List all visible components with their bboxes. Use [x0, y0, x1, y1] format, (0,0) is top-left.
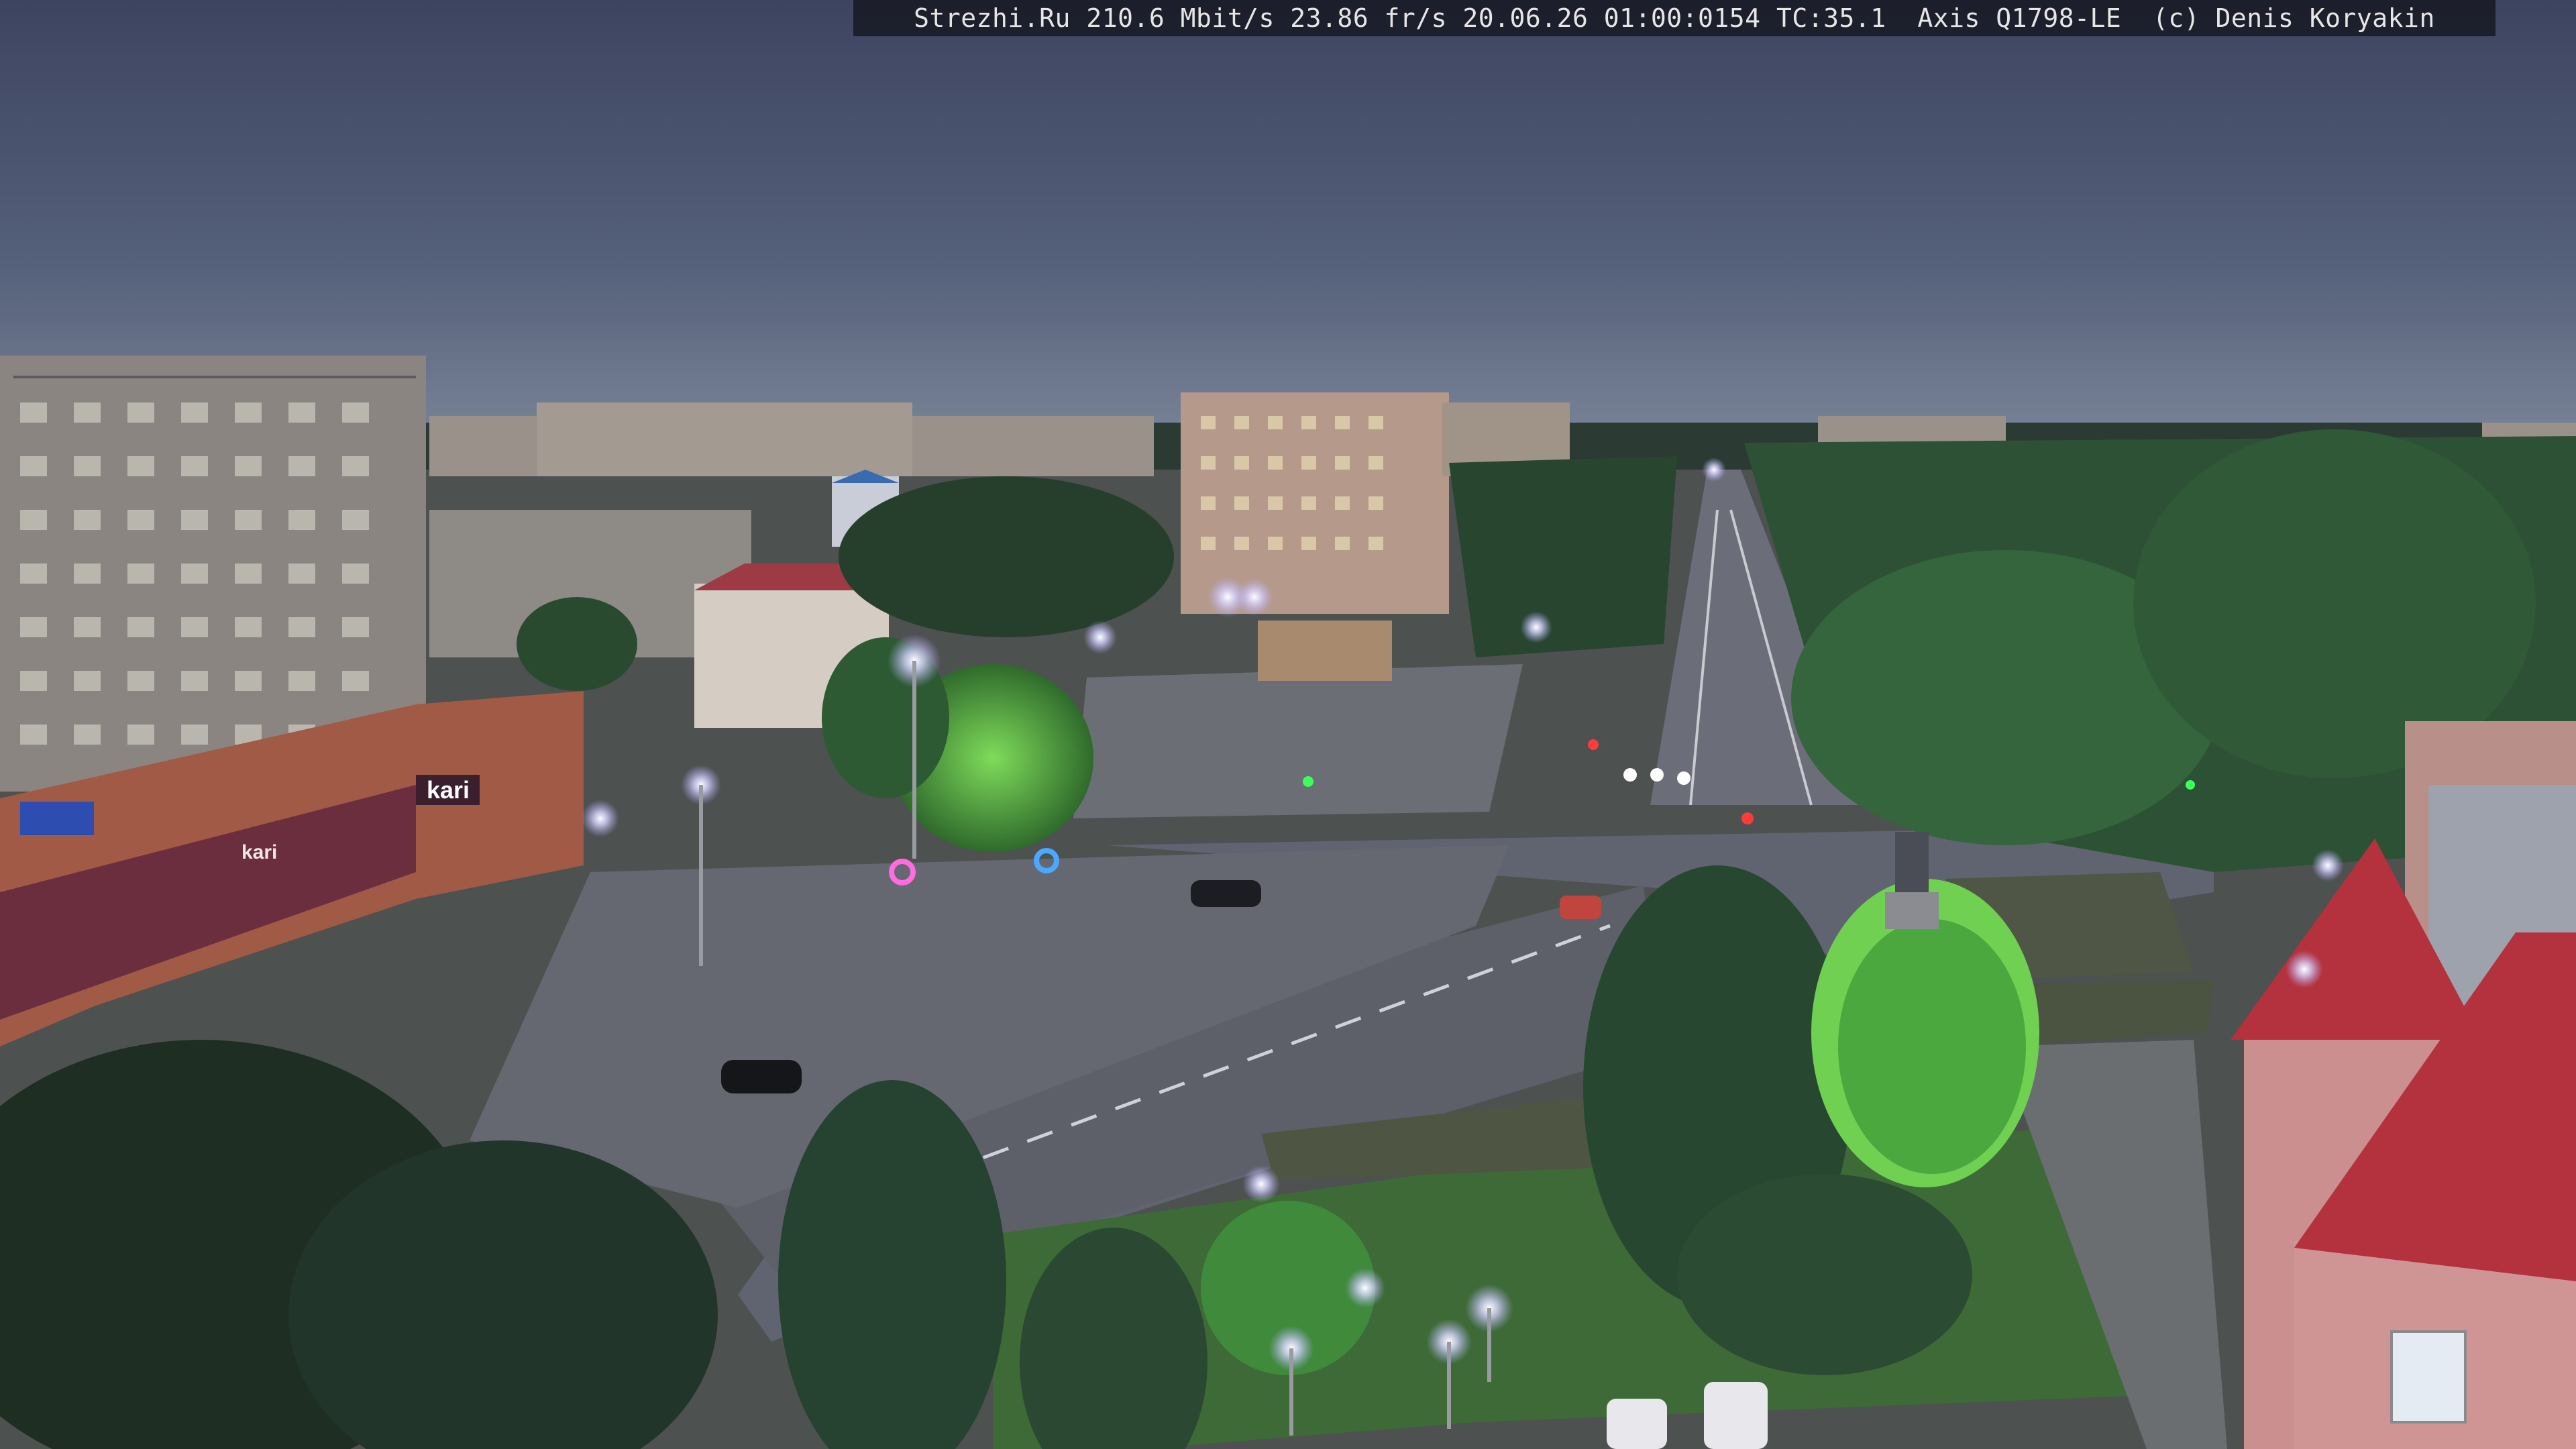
- camera-info-overlay: Strezhi.Ru 210.6 Mbit/s 23.86 fr/s 20.06…: [853, 0, 2496, 36]
- city-street-scene: kari kari: [0, 0, 2576, 1449]
- camera-info-text: Strezhi.Ru 210.6 Mbit/s 23.86 fr/s 20.06…: [914, 3, 2435, 33]
- car-black-left: [721, 1060, 802, 1093]
- monument: [1895, 832, 1929, 896]
- plaza: [1073, 664, 1523, 818]
- car-red: [1560, 896, 1601, 919]
- car-white-1: [1607, 1399, 1667, 1449]
- plaza-kiosk: [1258, 621, 1392, 681]
- car-white-2: [1704, 1382, 1768, 1449]
- store-sign-kari: kari: [427, 776, 470, 804]
- car-black-center: [1191, 880, 1261, 907]
- store-sign-kari-small: kari: [241, 841, 277, 863]
- webcam-frame: kari kari Strezhi.Ru 210.6 Mbit/s 23.86 …: [0, 0, 2576, 1449]
